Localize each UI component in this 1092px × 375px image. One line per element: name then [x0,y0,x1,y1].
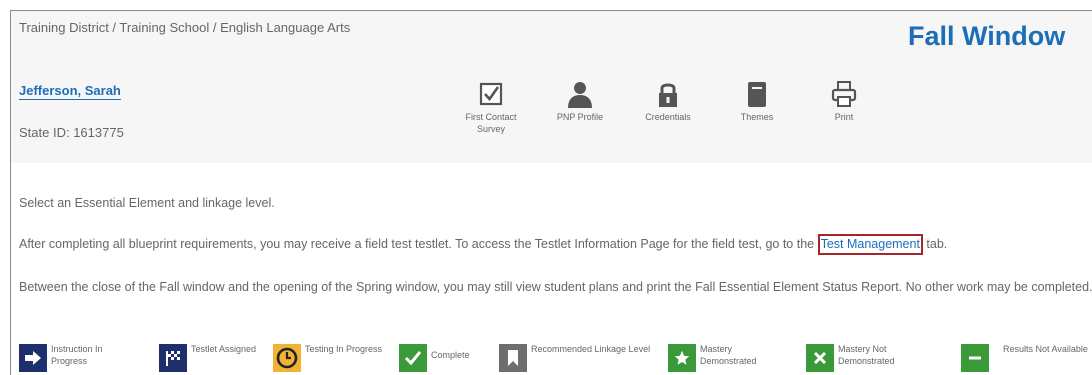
legend-label: Testing In Progress [305,344,383,354]
student-header: Training District / Training School / En… [11,11,1092,163]
print-button[interactable]: Print [809,79,879,123]
minus-icon [961,344,989,372]
star-icon [668,344,696,372]
book-icon [722,79,792,109]
credentials-button[interactable]: Credentials [633,79,703,123]
clock-icon [273,344,301,372]
printer-icon [809,79,879,109]
checkbox-icon [456,79,526,109]
student-name-link[interactable]: Jefferson, Sarah [19,83,133,98]
legend-label: Results Not Available [1003,344,1088,354]
lock-icon [633,79,703,109]
checkmark-icon [399,344,427,372]
window-title: Fall Window [908,21,1066,51]
select-instruction: Select an Essential Element and linkage … [19,196,275,210]
legend-label: Mastery Not Demonstrated [838,344,895,366]
bookmark-icon [499,344,527,372]
print-label: Print [834,112,854,122]
legend-label: Instruction In Progress [51,344,103,366]
pnp-profile-button[interactable]: PNP Profile [545,79,615,123]
first-contact-survey-button[interactable]: First Contact Survey [456,79,526,135]
checkered-flag-icon [159,344,187,372]
first-contact-survey-label: First Contact Survey [465,112,517,134]
legend-label: Testlet Assigned [191,344,257,354]
field-test-tab-text: tab. [922,237,948,251]
themes-button[interactable]: Themes [722,79,792,123]
status-legend: Instruction In Progress Testlet Assigned [11,341,1092,375]
student-panel: Training District / Training School / En… [10,10,1092,375]
arrow-right-icon [19,344,47,372]
state-id: State ID: 1613775 [19,125,124,140]
credentials-label: Credentials [645,112,691,122]
person-icon [545,79,615,109]
test-management-link[interactable]: Test Management [817,234,923,255]
legend-label: Recommended Linkage Level [531,344,651,354]
field-test-message: After completing all blueprint requireme… [19,233,947,255]
field-test-text: After completing all blueprint requireme… [19,237,818,251]
x-mark-icon [806,344,834,372]
legend-label: Mastery Demonstrated [700,344,757,366]
between-windows-message: Between the close of the Fall window and… [19,280,1092,294]
themes-label: Themes [740,112,774,122]
breadcrumb: Training District / Training School / En… [19,20,351,35]
pnp-profile-label: PNP Profile [556,112,604,122]
